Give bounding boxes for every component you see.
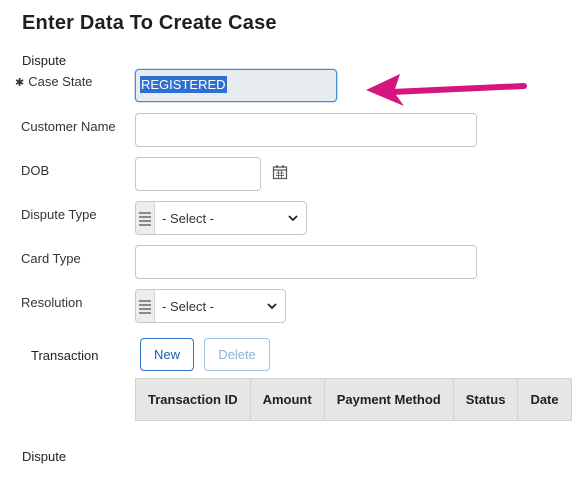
customer-name-field[interactable] xyxy=(135,113,477,147)
dispute-type-label: Dispute Type xyxy=(21,207,97,222)
transaction-table: Transaction ID Amount Payment Method Sta… xyxy=(135,378,572,421)
case-state-field[interactable]: REGISTERED xyxy=(135,69,337,102)
column-header-status[interactable]: Status xyxy=(452,378,519,421)
calendar-icon[interactable] xyxy=(272,164,288,180)
dob-field[interactable] xyxy=(135,157,261,191)
dispute-type-selected: - Select - xyxy=(162,211,215,226)
column-header-amount[interactable]: Amount xyxy=(249,378,325,421)
column-header-payment-method[interactable]: Payment Method xyxy=(323,378,454,421)
dob-label: DOB xyxy=(21,163,50,178)
dispute-type-select[interactable]: - Select - xyxy=(135,201,307,235)
chevron-down-icon xyxy=(288,215,298,222)
resolution-label: Resolution xyxy=(21,295,83,310)
column-header-transaction-id[interactable]: Transaction ID xyxy=(135,378,251,421)
case-state-value: REGISTERED xyxy=(140,76,227,93)
required-asterisk-icon: ✱ xyxy=(15,77,25,89)
case-state-label-text: Case State xyxy=(28,74,93,89)
list-icon xyxy=(136,202,155,234)
table-header-row: Transaction ID Amount Payment Method Sta… xyxy=(135,378,572,421)
resolution-select[interactable]: - Select - xyxy=(135,289,286,323)
arrow-left-icon xyxy=(366,74,527,106)
section-heading-dispute-bottom: Dispute xyxy=(22,449,67,464)
new-transaction-button[interactable]: New xyxy=(140,338,194,371)
section-heading-dispute: Dispute xyxy=(22,53,67,68)
customer-name-label: Customer Name xyxy=(21,119,116,134)
case-state-label: ✱ Case State xyxy=(15,74,93,89)
card-type-field[interactable] xyxy=(135,245,477,279)
page-title: Enter Data To Create Case xyxy=(22,12,277,34)
card-type-label: Card Type xyxy=(21,251,81,266)
chevron-down-icon xyxy=(267,303,277,310)
delete-transaction-button[interactable]: Delete xyxy=(204,338,270,371)
transaction-label: Transaction xyxy=(31,348,99,363)
list-icon xyxy=(136,290,155,322)
column-header-date[interactable]: Date xyxy=(517,378,572,421)
resolution-selected: - Select - xyxy=(162,299,215,314)
